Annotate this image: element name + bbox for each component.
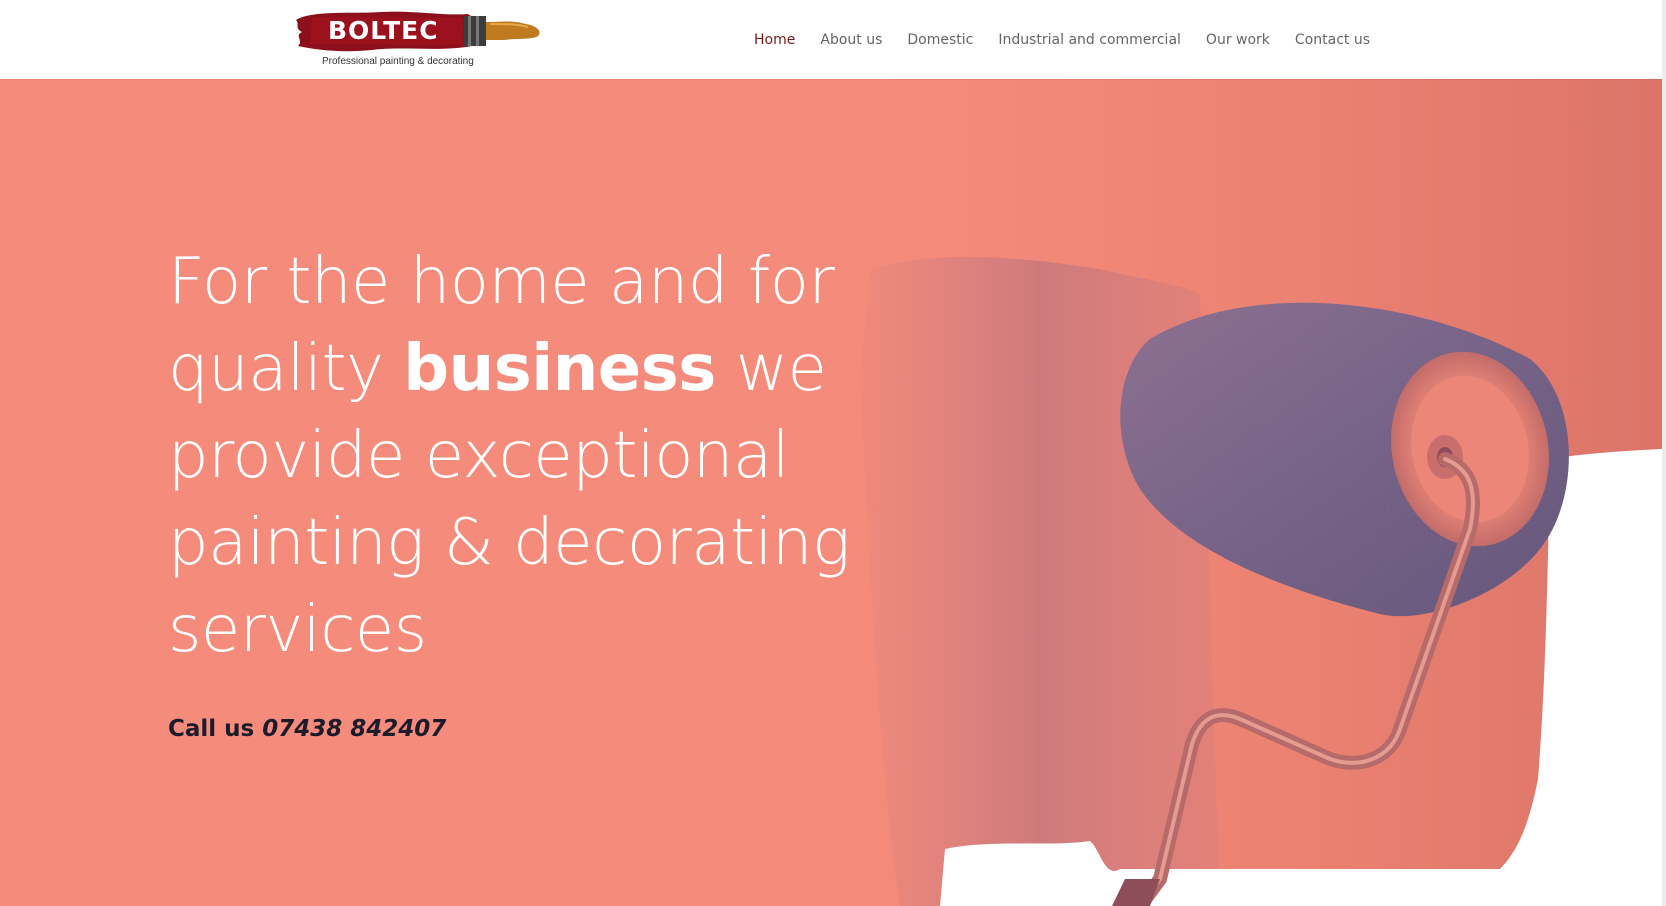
nav-home[interactable]: Home [754,30,795,50]
site-header: BOLTEC Professional painting & decoratin… [0,0,1664,79]
page-scrollbar[interactable] [1662,0,1666,906]
hero-headline: For the home and for quality business we… [168,239,928,674]
nav-contact-us[interactable]: Contact us [1295,30,1370,50]
logo-brand-text: BOLTEC [328,16,439,45]
logo-tagline: Professional painting & decorating [322,56,474,67]
site-logo[interactable]: BOLTEC Professional painting & decoratin… [292,6,548,72]
phone-number-link[interactable]: 07438 842407 [262,716,446,742]
headline-bold-word: business [403,332,716,406]
call-to-action: Call us 07438 842407 [168,716,446,742]
nav-domestic[interactable]: Domestic [907,30,973,50]
cta-prefix: Call us [168,716,263,742]
main-navigation: Home About us Domestic Industrial and co… [729,30,1370,50]
page: BOLTEC Professional painting & decoratin… [0,0,1666,906]
nav-our-work[interactable]: Our work [1206,30,1270,50]
nav-about-us[interactable]: About us [820,30,882,50]
nav-industrial-commercial[interactable]: Industrial and commercial [998,30,1181,50]
hero-section: For the home and for quality business we… [0,79,1662,906]
